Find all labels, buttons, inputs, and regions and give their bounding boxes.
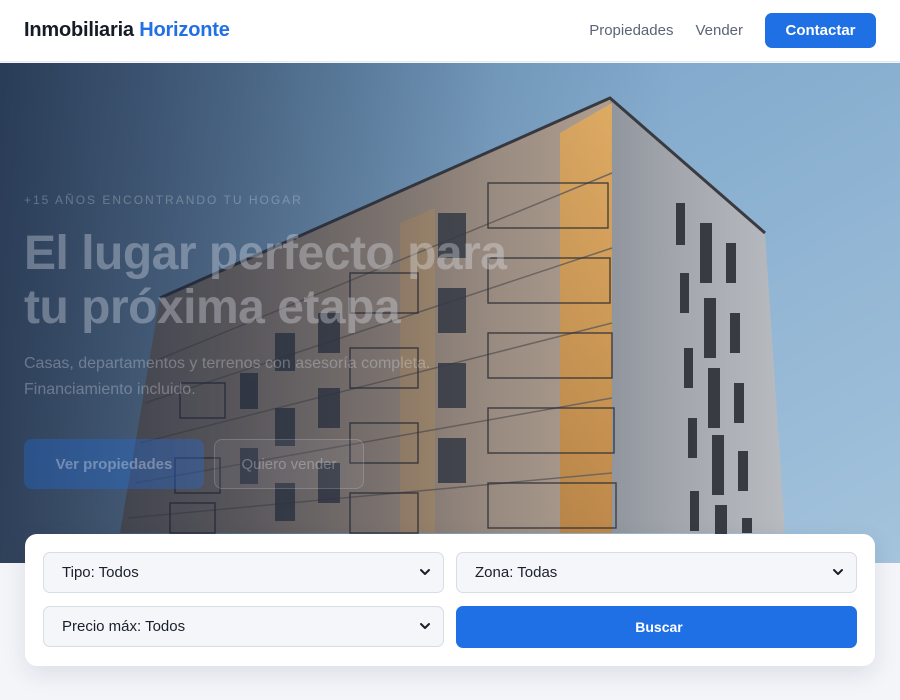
nav-link-vender[interactable]: Vender xyxy=(695,22,743,39)
hero-actions: Ver propiedades Quiero vender xyxy=(24,439,584,489)
hero-subtitle-line1: Casas, departamentos y terrenos con ases… xyxy=(24,355,431,372)
main-nav: Propiedades Vender Contactar xyxy=(567,13,876,48)
max-price-select[interactable]: Precio máx: Todos xyxy=(43,606,444,647)
zone-select[interactable]: Zona: Todas xyxy=(456,552,857,593)
brand-logo[interactable]: Inmobiliaria Horizonte xyxy=(24,19,230,42)
type-select-value: Tipo: Todos xyxy=(62,564,139,581)
chevron-down-icon xyxy=(420,569,430,575)
max-price-select-value: Precio máx: Todos xyxy=(62,618,186,635)
want-to-sell-button[interactable]: Quiero vender xyxy=(214,439,364,489)
chevron-down-icon xyxy=(833,569,843,575)
view-properties-button[interactable]: Ver propiedades xyxy=(24,439,204,489)
hero-section: +15 AÑOS ENCONTRANDO TU HOGAR El lugar p… xyxy=(0,63,900,563)
search-card: Tipo: Todos Zona: Todas Precio máx: Todo… xyxy=(25,534,875,666)
type-select[interactable]: Tipo: Todos xyxy=(43,552,444,593)
chevron-down-icon xyxy=(420,623,430,629)
contact-button[interactable]: Contactar xyxy=(765,13,876,48)
hero-title-line2: tu próxima etapa xyxy=(24,281,401,334)
hero-content: +15 AÑOS ENCONTRANDO TU HOGAR El lugar p… xyxy=(24,193,584,489)
hero-title: El lugar perfecto para tu próxima etapa xyxy=(24,227,584,335)
hero-eyebrow: +15 AÑOS ENCONTRANDO TU HOGAR xyxy=(24,193,303,207)
brand-name: Inmobiliaria xyxy=(24,19,134,41)
nav-link-propiedades[interactable]: Propiedades xyxy=(589,22,673,39)
zone-select-value: Zona: Todas xyxy=(475,564,558,581)
hero-subtitle-line2: Financiamiento incluido. xyxy=(24,381,196,398)
site-header: Inmobiliaria Horizonte Propiedades Vende… xyxy=(0,0,900,62)
search-button[interactable]: Buscar xyxy=(456,606,857,648)
search-button-label: Buscar xyxy=(635,619,683,635)
hero-title-line1: El lugar perfecto para xyxy=(24,227,507,280)
brand-accent: Horizonte xyxy=(139,19,230,41)
hero-subtitle: Casas, departamentos y terrenos con ases… xyxy=(24,351,484,403)
